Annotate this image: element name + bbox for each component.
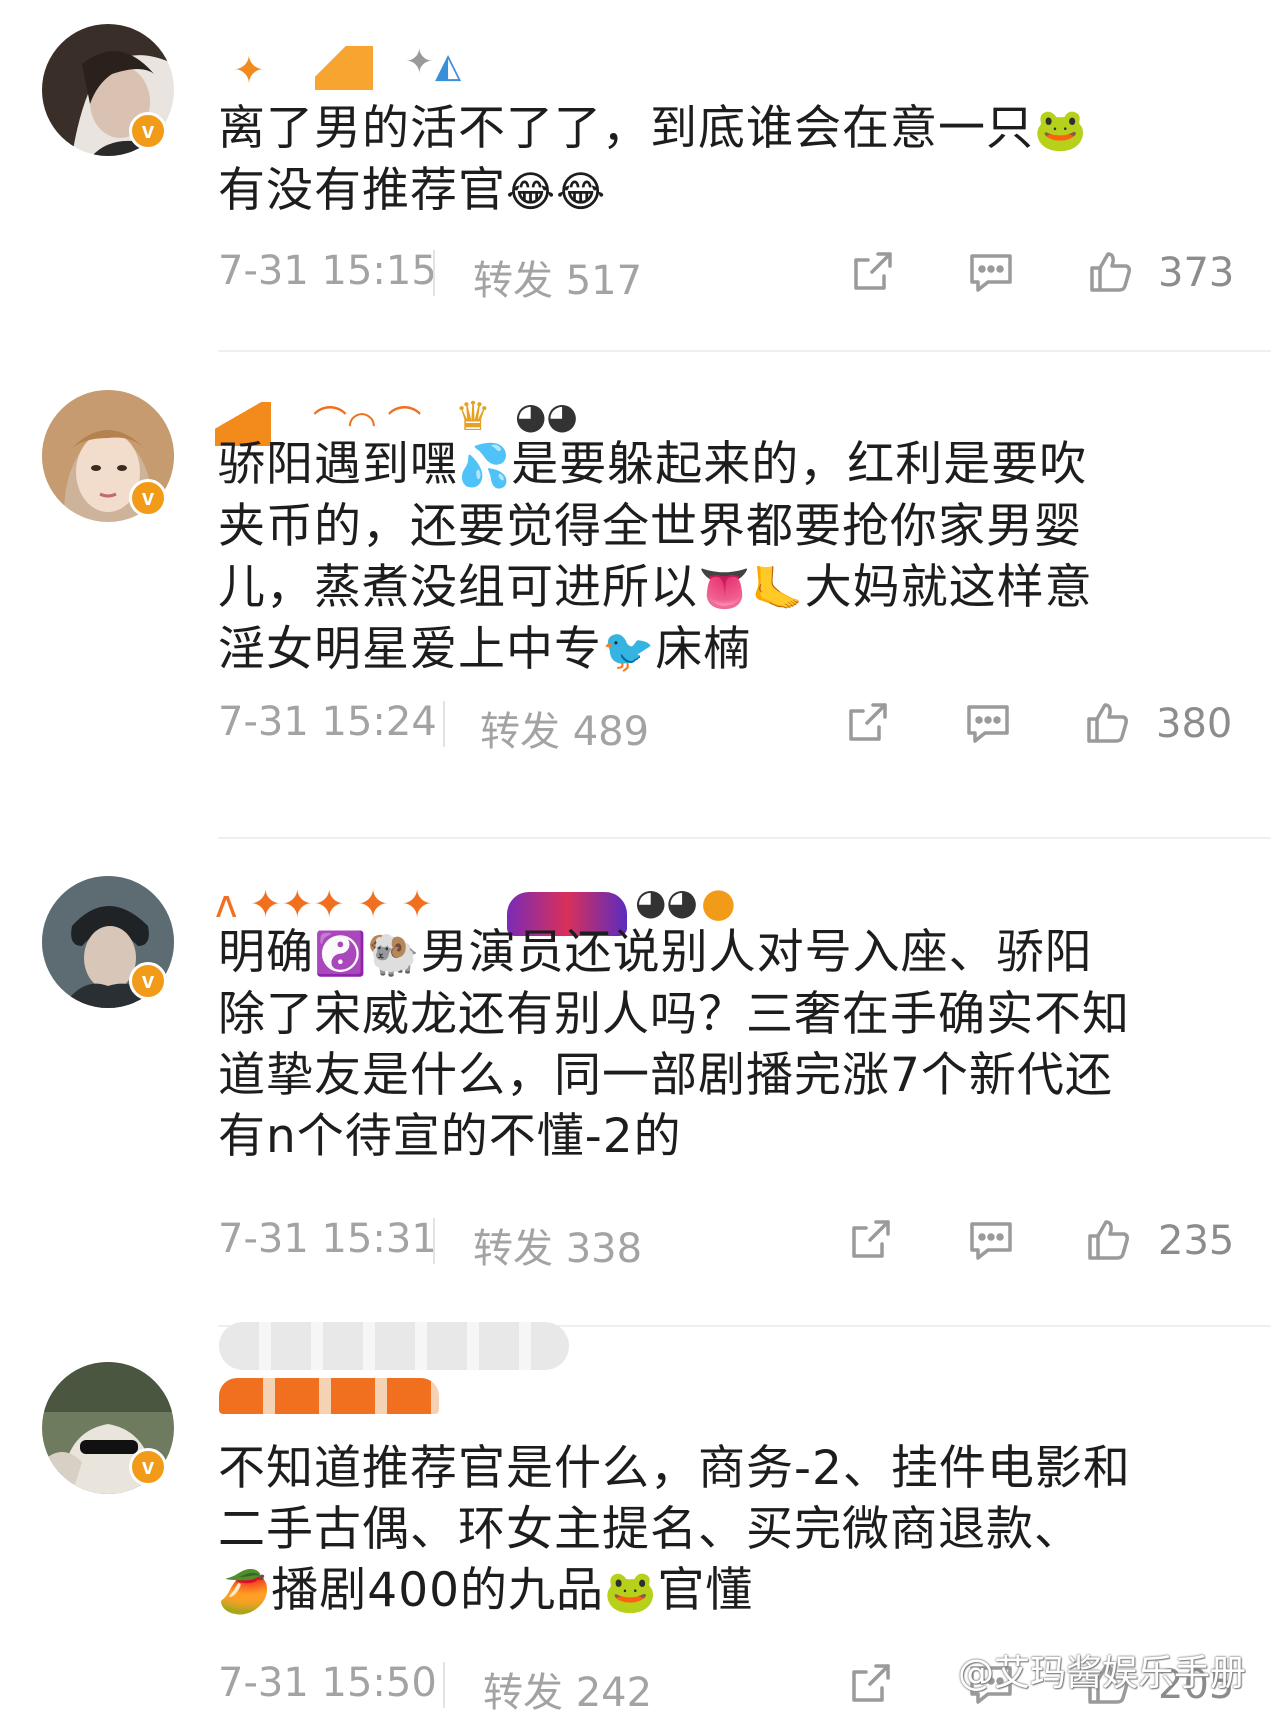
timestamp: 7-31 15:50	[218, 1660, 437, 1706]
obscured-name-block	[315, 46, 373, 90]
comment-item: v ⌒◠ ⌒ ♛ ◕◕ 骄阳遇到嘿💦是要躲起来的，红利是要吹 夹币的，还要觉得全…	[0, 352, 1271, 839]
comment-item: v ʌ ✦✦✦ ✦ ✦ ◕◕ ● 明确☯️🐏男演员还说别人对号入座、骄阳 除了宋…	[0, 840, 1271, 1327]
repost-count[interactable]: 转发 338	[473, 1216, 642, 1274]
username-obscured[interactable]	[215, 1322, 775, 1414]
comment-text: 不知道推荐官是什么，商务-2、挂件电影和 二手古偶、环女主提名、买完微商退款、 …	[218, 1441, 1131, 1618]
bird-emoji: 🐦	[602, 626, 656, 675]
tongue-foot-emoji: 👅🦶	[698, 564, 805, 613]
panda-icon: ◕◕	[515, 396, 578, 437]
comment-footer: 7-31 15:31 转发 338 235	[218, 1216, 1234, 1272]
divider	[443, 1662, 445, 1708]
pufferfish-icon: ●	[701, 880, 736, 926]
comment-item: v 不知道推荐官是什么，商务-2、挂件电影和 二手古偶、环女主提名、买完微商退款…	[0, 1322, 1271, 1716]
sweat-droplets-emoji: 💦	[458, 441, 512, 490]
yin-yang-ram-emoji: ☯️🐏	[314, 929, 421, 978]
frog-emoji: 🐸	[1034, 105, 1088, 154]
comment-icon[interactable]	[966, 248, 1016, 300]
verified-badge-icon: v	[129, 479, 167, 517]
verified-badge-icon: v	[129, 112, 167, 150]
comment-text: 明确☯️🐏男演员还说别人对号入座、骄阳 除了宋威龙还有别人吗？三奢在手确实不知 …	[218, 925, 1130, 1164]
username-obscured[interactable]: ✦ ✦ ◭	[215, 40, 775, 100]
repost-count[interactable]: 转发 489	[480, 699, 649, 757]
share-icon[interactable]	[848, 248, 896, 300]
like-count: 380	[1156, 701, 1233, 747]
comment-icon[interactable]	[966, 1216, 1016, 1268]
comment-text: 离了男的活不了了，到底谁会在意一只🐸 有没有推荐官😂😂	[218, 101, 1088, 218]
timestamp: 7-31 15:24	[218, 699, 437, 745]
sparkle-icon: ✦	[405, 42, 434, 82]
repost-count[interactable]: 转发 242	[483, 1660, 652, 1718]
mango-emoji: 🥭	[218, 1567, 272, 1616]
panda-icon: ◕◕	[635, 882, 698, 923]
divider	[433, 250, 435, 296]
watermark: @艾玛酱娱乐手册	[958, 1653, 1247, 1694]
timestamp: 7-31 15:31	[218, 1216, 437, 1262]
verified-badge-icon: v	[129, 962, 167, 1000]
share-icon[interactable]	[846, 1660, 894, 1712]
laughing-emoji: 😂😂	[506, 167, 607, 216]
comment-footer: 7-31 15:24 转发 489 380	[218, 699, 1232, 755]
like-count: 235	[1158, 1218, 1235, 1264]
share-icon[interactable]	[843, 699, 891, 751]
like-count: 373	[1158, 250, 1235, 296]
sparkle-icon: ✦	[233, 48, 265, 92]
obscured-name-block	[219, 1378, 439, 1414]
timestamp: 7-31 15:15	[218, 248, 437, 294]
share-icon[interactable]	[846, 1216, 894, 1268]
like-icon[interactable]	[1086, 248, 1134, 300]
comment-text: 骄阳遇到嘿💦是要躲起来的，红利是要吹 夹币的，还要觉得全世界都要抢你家男婴 儿，…	[218, 437, 1093, 677]
comment-item: v ✦ ✦ ◭ 离了男的活不了了，到底谁会在意一只🐸 有没有推荐官😂😂 7-31…	[0, 0, 1271, 352]
like-icon[interactable]	[1084, 1216, 1132, 1268]
like-icon[interactable]	[1083, 699, 1131, 751]
comment-icon[interactable]	[963, 699, 1013, 751]
repost-count[interactable]: 转发 517	[473, 248, 642, 306]
obscured-name-block	[219, 1322, 569, 1370]
shark-icon: ◭	[435, 46, 462, 86]
verified-badge-icon: v	[129, 1448, 167, 1486]
comment-footer: 7-31 15:15 转发 517 373	[218, 248, 1234, 304]
frog-emoji: 🐸	[604, 1567, 658, 1616]
divider	[443, 701, 445, 747]
obscured-name-text: ʌ ✦✦✦ ✦ ✦	[215, 882, 433, 926]
separator	[218, 837, 1271, 839]
divider	[433, 1218, 435, 1264]
